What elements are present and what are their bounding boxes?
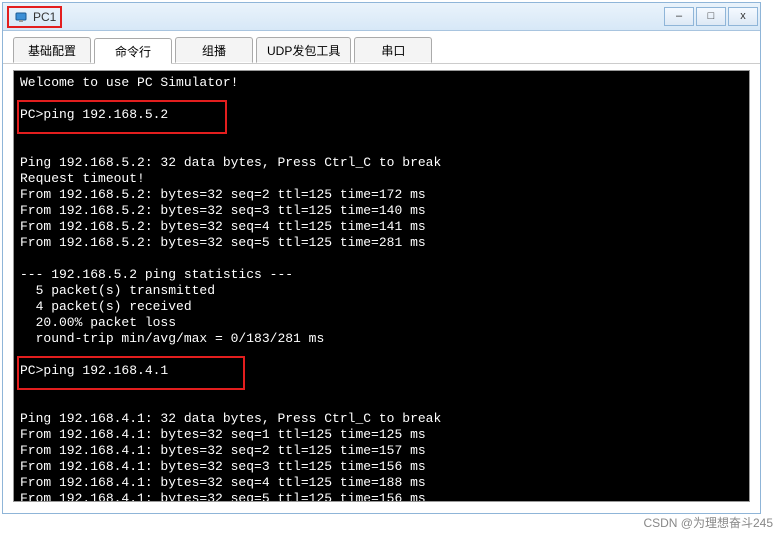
window-title: PC1 — [33, 10, 56, 24]
watermark-text: CSDN @为理想奋斗245 — [643, 514, 773, 531]
tabs-row: 基础配置 命令行 组播 UDP发包工具 串口 — [3, 31, 760, 64]
close-button[interactable]: x — [728, 7, 758, 26]
minimize-button[interactable]: – — [664, 7, 694, 26]
app-icon — [13, 9, 29, 25]
maximize-button[interactable]: □ — [696, 7, 726, 26]
tab-cmd-line[interactable]: 命令行 — [94, 38, 172, 64]
app-window: PC1 – □ x 基础配置 命令行 组播 UDP发包工具 串口 Welcome… — [2, 2, 761, 514]
title-bar: PC1 – □ x — [3, 3, 760, 31]
highlight-box-1 — [17, 100, 227, 134]
tab-udp-tool[interactable]: UDP发包工具 — [256, 37, 351, 63]
terminal-output[interactable]: Welcome to use PC Simulator! PC>ping 192… — [13, 70, 750, 502]
highlight-box-2 — [17, 356, 245, 390]
title-highlight-box: PC1 — [7, 6, 62, 28]
title-left: PC1 — [3, 6, 62, 28]
tab-basic-config[interactable]: 基础配置 — [13, 37, 91, 63]
window-controls: – □ x — [662, 7, 758, 26]
tab-multicast[interactable]: 组播 — [175, 37, 253, 63]
tab-serial[interactable]: 串口 — [354, 37, 432, 63]
